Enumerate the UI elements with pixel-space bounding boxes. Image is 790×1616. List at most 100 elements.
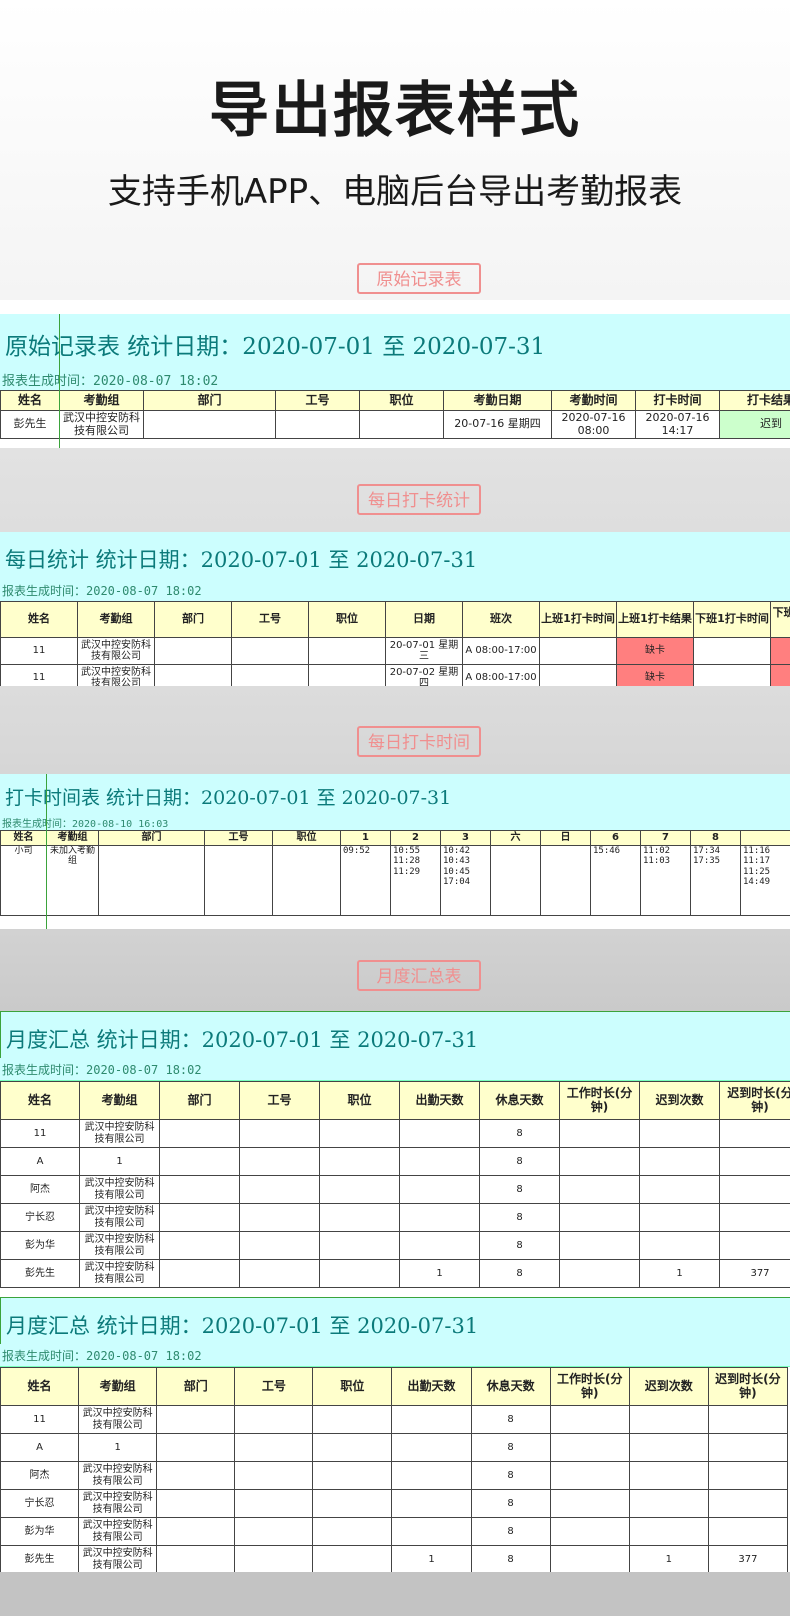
column-header: 部门 (143, 390, 276, 411)
table-cell (770, 664, 790, 686)
column-header: 迟到时长(分钟) (719, 1081, 790, 1120)
generated-time: 报表生成时间：2020-08-10 16:03 (0, 812, 790, 831)
column-header: 职位 (319, 1081, 400, 1120)
table-cell (549, 1405, 630, 1434)
table-cell: 20-07-16 星期四 (443, 410, 552, 439)
tag-punch-times[interactable]: 每日打卡时间 (357, 726, 481, 757)
table-cell (707, 1489, 789, 1518)
table-cell (312, 1461, 393, 1490)
raw-records-table: 姓名考勤组部门工号职位考勤日期考勤时间打卡时间打卡结果 彭先生武汉中控安防科技有… (0, 390, 790, 439)
table-cell (234, 1461, 314, 1490)
table-cell: 10:42 10:43 10:45 17:04 (440, 845, 491, 916)
table-cell (399, 1119, 480, 1148)
table-cell: 宁长忍 (0, 1203, 80, 1232)
column-header: 职位 (272, 830, 341, 846)
punch-times-table: 姓名考勤组部门工号职位123六日6789 小司未加入考勤组 09:5210:55 … (0, 830, 790, 916)
tag-monthly-summary[interactable]: 月度汇总表 (357, 960, 481, 991)
table-cell (549, 1545, 630, 1572)
column-header: 9 (740, 830, 790, 846)
table-cell: 11:02 11:03 (640, 845, 691, 916)
table-row: 阿杰 武汉中控安防科技有限公司 8 (0, 1461, 789, 1490)
sheet-raw-records: 原始记录表 统计日期：2020-07-01 至 2020-07-31 报表生成时… (0, 314, 790, 448)
table-cell (154, 637, 232, 665)
tag-daily-stats[interactable]: 每日打卡统计 (357, 484, 481, 515)
tag-raw-records[interactable]: 原始记录表 (357, 263, 481, 294)
table-cell: 8 (470, 1545, 551, 1572)
column-header: 姓名 (0, 390, 60, 411)
table-cell: 11:16 11:17 11:25 14:49 (740, 845, 790, 916)
table-cell: A 08:00-17:00 (462, 637, 540, 665)
table-cell (639, 1231, 720, 1260)
table-cell (719, 1175, 790, 1204)
table-cell (549, 1461, 630, 1490)
table-cell (319, 1147, 400, 1176)
column-header: 职位 (308, 601, 386, 638)
table-cell (540, 845, 591, 916)
table-cell (707, 1433, 789, 1462)
column-header: 工作时长(分钟) (549, 1367, 630, 1406)
table-cell (549, 1433, 630, 1462)
table-cell: 8 (479, 1175, 560, 1204)
table-cell (239, 1175, 320, 1204)
table-cell (159, 1259, 240, 1288)
table-cell: 8 (479, 1231, 560, 1260)
table-row: 阿杰 武汉中控安防科技有限公司 8 (0, 1175, 790, 1204)
table-cell (204, 845, 273, 916)
column-header: 迟到时长(分钟) (707, 1367, 789, 1406)
table-cell (719, 1119, 790, 1148)
table-cell: 11 (0, 664, 78, 686)
table-cell (693, 637, 771, 665)
sheet-title: 原始记录表 统计日期：2020-07-01 至 2020-07-31 (0, 314, 790, 367)
table-cell (639, 1119, 720, 1148)
table-cell (231, 637, 309, 665)
table-cell (231, 664, 309, 686)
table-cell (391, 1433, 472, 1462)
table-cell: 8 (479, 1203, 560, 1232)
column-header: 工号 (234, 1367, 314, 1406)
table-cell (156, 1517, 236, 1546)
column-header: 出勤天数 (391, 1367, 472, 1406)
column-header: 部门 (159, 1081, 240, 1120)
table-cell (399, 1147, 480, 1176)
column-header: 六 (490, 830, 541, 846)
table-cell (275, 410, 360, 439)
table-cell (639, 1175, 720, 1204)
table-cell: 武汉中控安防科技有限公司 (77, 664, 155, 686)
table-cell (159, 1119, 240, 1148)
table-cell (628, 1489, 709, 1518)
column-header: 上班1打卡时间 (539, 601, 617, 638)
table-cell (312, 1545, 393, 1572)
table-cell: 377 (719, 1259, 790, 1288)
column-header: 6 (590, 830, 641, 846)
column-header: 1 (340, 830, 391, 846)
table-cell: 1 (78, 1433, 158, 1462)
table-cell (391, 1405, 472, 1434)
column-header: 日 (540, 830, 591, 846)
table-cell: 1 (79, 1147, 160, 1176)
table-row: 宁长忍 武汉中控安防科技有限公司 8 (0, 1203, 790, 1232)
table-cell (559, 1231, 640, 1260)
table-cell (98, 845, 205, 916)
table-cell: A 08:00-17:00 (462, 664, 540, 686)
daily-stats-table: 姓名考勤组部门工号职位日期班次上班1打卡时间上班1打卡结果下班1打卡时间下班1打… (0, 601, 790, 686)
table-cell: 20-07-02 星期四 (385, 664, 463, 686)
table-cell (490, 845, 541, 916)
table-cell (308, 637, 386, 665)
table-cell: 武汉中控安防科技有限公司 (79, 1231, 160, 1260)
column-header: 姓名 (0, 1367, 80, 1406)
table-cell (559, 1147, 640, 1176)
table-row: 宁长忍 武汉中控安防科技有限公司 8 (0, 1489, 789, 1518)
table-cell (156, 1461, 236, 1490)
table-cell: 小司 (0, 845, 47, 916)
table-cell (639, 1147, 720, 1176)
column-header: 考勤时间 (551, 390, 636, 411)
sheet-title: 月度汇总 统计日期：2020-07-01 至 2020-07-31 (0, 1297, 790, 1345)
table-cell (719, 1231, 790, 1260)
column-header: 考勤组 (77, 601, 155, 638)
table-cell: 15:46 (590, 845, 641, 916)
table-cell (239, 1147, 320, 1176)
column-header: 下班1打卡时间 (693, 601, 771, 638)
column-header: 部门 (154, 601, 232, 638)
column-header: 2 (390, 830, 441, 846)
generated-time: 报表生成时间：2020-08-07 18:02 (0, 1058, 790, 1081)
